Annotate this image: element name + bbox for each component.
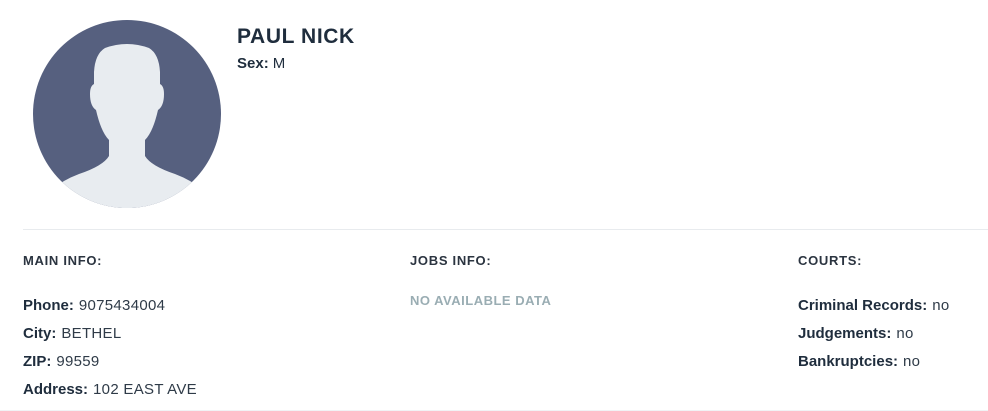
criminal-records-row: Criminal Records: no [798,292,950,320]
sex-label: Sex: [237,55,269,72]
courts-section: COURTS: Criminal Records: no Judgements: n… [798,252,950,376]
phone-label: Phone: [23,297,74,314]
phone-row: Phone: 9075434004 [23,292,197,320]
main-info-section: MAIN INFO: Phone: 9075434004 City: BETHEL … [23,252,197,404]
judgements-row: Judgements: no [798,320,950,348]
person-profile-card: PAUL NICK Sex: M MAIN INFO: Phone: 9075434… [0,0,988,411]
city-row: City: BETHEL [23,320,197,348]
criminal-records-value: no [932,297,950,314]
main-info-title: MAIN INFO: [23,253,103,268]
jobs-info-section: JOBS INFO: NO AVAILABLE DATA [410,252,551,310]
person-name: PAUL NICK [237,25,355,48]
no-data-text: NO AVAILABLE DATA [410,293,552,308]
judgements-label: Judgements: [798,325,892,342]
city-label: City: [23,325,57,342]
avatar [33,20,221,208]
person-silhouette-icon [33,20,221,208]
sex-value: M [272,55,286,72]
sex-row: Sex: M [237,54,355,74]
judgements-value: no [896,325,914,342]
address-row: Address: 102 EAST AVE [23,376,197,404]
bankruptcies-value: no [903,353,921,370]
jobs-info-title: JOBS INFO: [410,253,492,268]
profile-header: PAUL NICK Sex: M [237,24,355,74]
address-label: Address: [23,381,89,398]
address-value: 102 EAST AVE [93,381,197,398]
zip-row: ZIP: 99559 [23,348,197,376]
bankruptcies-label: Bankruptcies: [798,353,899,370]
bankruptcies-row: Bankruptcies: no [798,348,950,376]
criminal-records-label: Criminal Records: [798,297,928,314]
zip-value: 99559 [56,353,100,370]
city-value: BETHEL [61,325,122,342]
section-divider [23,229,988,230]
courts-title: COURTS: [798,253,863,268]
zip-label: ZIP: [23,353,52,370]
phone-value: 9075434004 [78,297,166,314]
